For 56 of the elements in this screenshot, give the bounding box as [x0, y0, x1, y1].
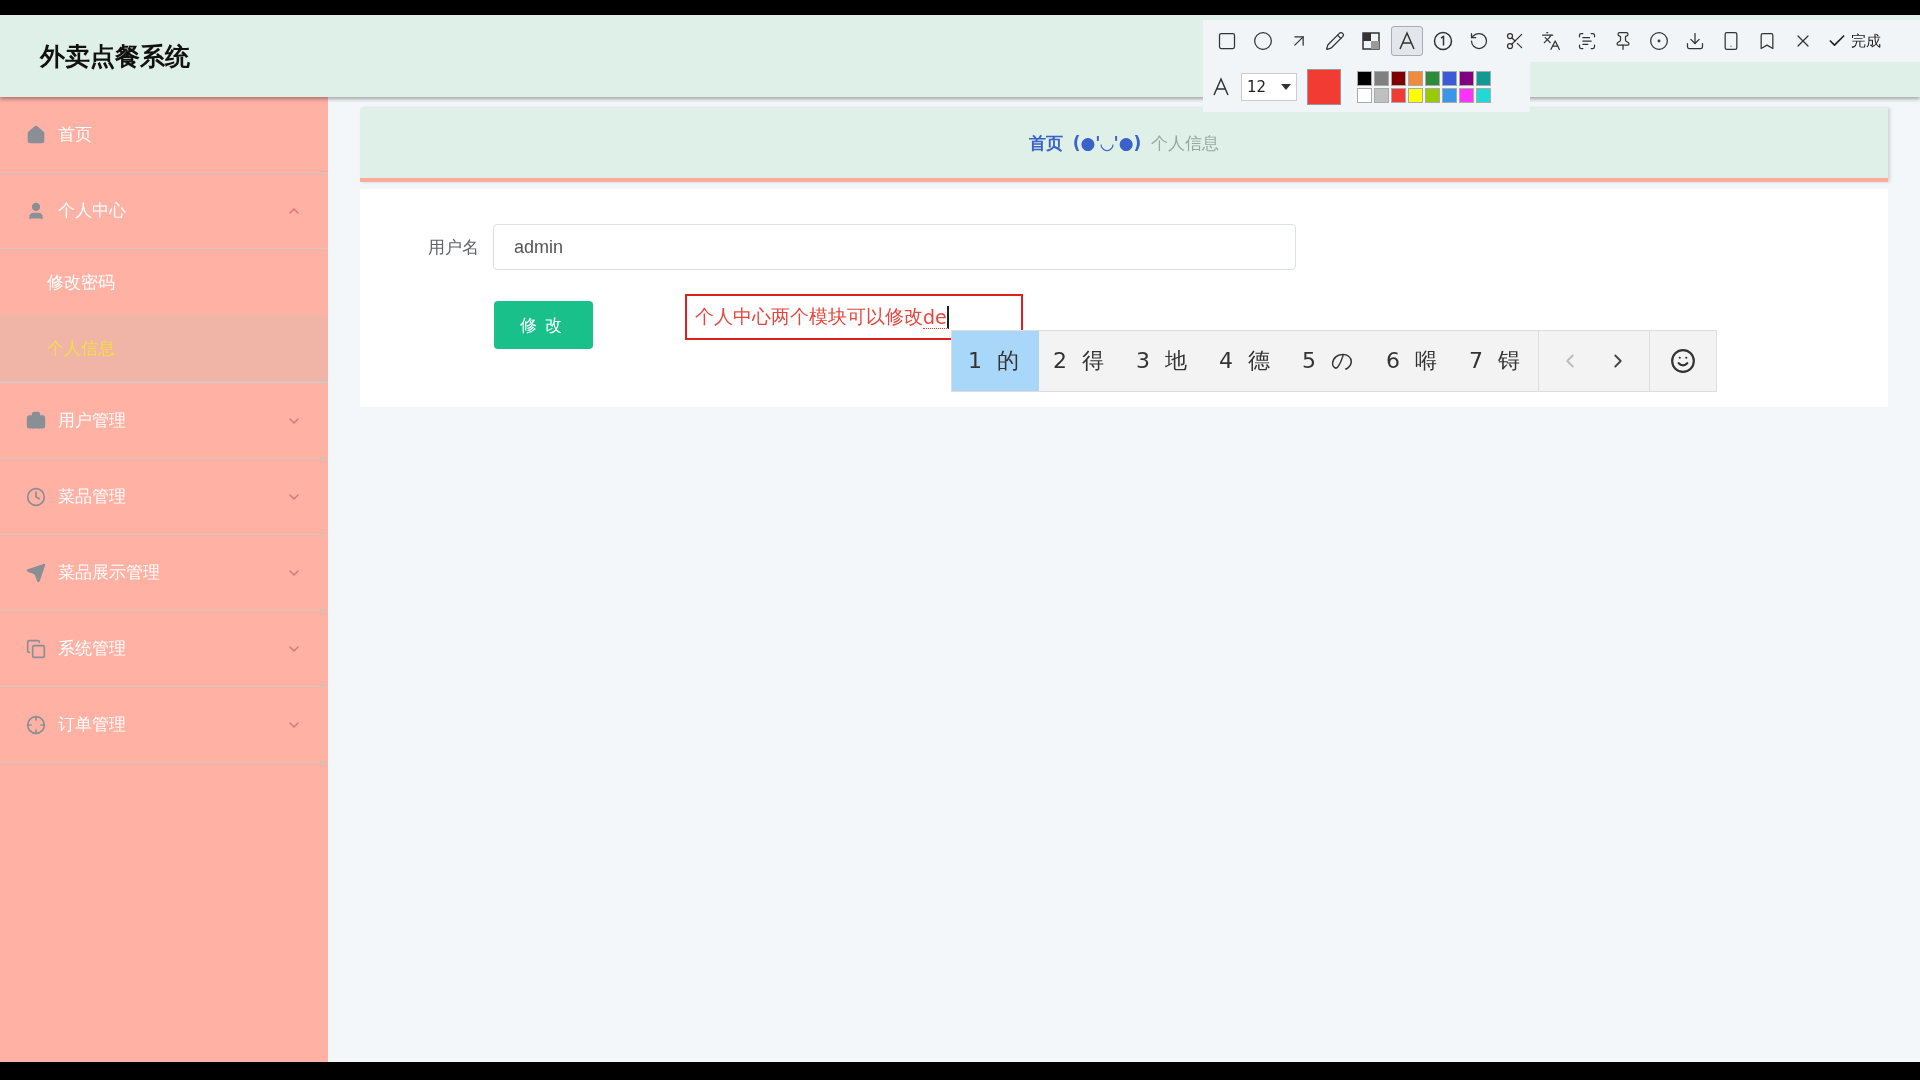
- color-swatch[interactable]: [1391, 71, 1406, 86]
- mosaic-icon: [1362, 32, 1380, 50]
- color-swatch[interactable]: [1408, 88, 1423, 103]
- color-swatch[interactable]: [1476, 71, 1491, 86]
- scissors-icon: [1505, 31, 1525, 51]
- color-swatch[interactable]: [1425, 88, 1440, 103]
- download-icon: [1685, 31, 1705, 51]
- paper-plane-icon: [26, 562, 46, 583]
- color-swatch[interactable]: [1357, 88, 1372, 103]
- ime-candidate[interactable]: 5 の: [1288, 331, 1372, 391]
- font-size-select[interactable]: 12: [1241, 73, 1297, 101]
- ime-candidate[interactable]: 4 德: [1205, 331, 1288, 391]
- scan-text-icon: [1577, 31, 1597, 51]
- breadcrumb-link[interactable]: 个人信息: [1151, 131, 1220, 155]
- record-icon: [1649, 31, 1669, 51]
- breadcrumb-separator: (●'◡'●): [1072, 133, 1142, 153]
- text-icon: [1397, 31, 1417, 51]
- emoji-icon[interactable]: [1670, 348, 1696, 374]
- color-swatch[interactable]: [1459, 88, 1474, 103]
- home-icon: [26, 124, 46, 145]
- ime-candidate[interactable]: 7 锝: [1455, 331, 1538, 391]
- circle-icon: [1253, 31, 1273, 51]
- number-circle-icon: [1433, 31, 1453, 51]
- color-swatch[interactable]: [1425, 71, 1440, 86]
- undo-icon: [1469, 31, 1489, 51]
- color-swatch[interactable]: [1391, 88, 1406, 103]
- translate-icon: [1541, 31, 1561, 51]
- done-button[interactable]: 完成: [1827, 31, 1881, 51]
- briefcase-icon: [26, 410, 46, 431]
- app-title: 外卖点餐系统: [40, 40, 190, 73]
- color-swatch[interactable]: [1476, 88, 1491, 103]
- ime-candidate[interactable]: 1 的: [952, 331, 1039, 391]
- color-swatch[interactable]: [1442, 88, 1457, 103]
- field-label: 用户名: [427, 235, 479, 259]
- ime-candidate[interactable]: 2 得: [1039, 331, 1122, 391]
- caret-icon: [1281, 84, 1291, 90]
- copy-icon: [26, 638, 46, 659]
- submit-button[interactable]: 修改: [494, 301, 593, 349]
- user-icon: [26, 200, 46, 221]
- current-color-swatch[interactable]: [1307, 69, 1341, 105]
- color-swatch[interactable]: [1357, 71, 1372, 86]
- color-swatch[interactable]: [1408, 71, 1423, 86]
- ime-candidate[interactable]: 6 嘚: [1372, 331, 1455, 391]
- input-field[interactable]: admin: [493, 224, 1296, 270]
- clock-icon: [26, 486, 46, 507]
- color-swatch[interactable]: [1374, 88, 1389, 103]
- rectangle-icon: [1217, 31, 1237, 51]
- color-swatch[interactable]: [1374, 71, 1389, 86]
- font-icon: [1211, 77, 1231, 97]
- crosshair-icon: [26, 714, 46, 735]
- color-swatch[interactable]: [1459, 71, 1474, 86]
- breadcrumb-link[interactable]: 首页: [1028, 131, 1063, 155]
- color-swatch[interactable]: [1442, 71, 1457, 86]
- toolbar-tool[interactable]: [1391, 26, 1423, 56]
- pencil-icon: [1325, 31, 1345, 51]
- ime-candidate[interactable]: 3 地: [1122, 331, 1205, 391]
